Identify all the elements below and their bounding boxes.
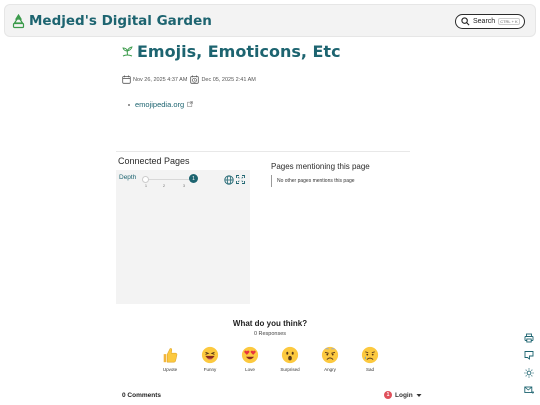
calendar-clock-icon: [190, 75, 200, 84]
reaction-label: Sad: [365, 367, 374, 372]
comments-count: 0 Comments: [122, 392, 162, 399]
list-item: emojipedia.org: [128, 100, 194, 109]
reaction-label: Funny: [203, 367, 217, 372]
chevron-down-icon: [416, 393, 422, 397]
print-icon[interactable]: [524, 333, 534, 343]
reaction-label: Upvote: [162, 367, 178, 372]
depth-tick: 3: [183, 184, 185, 188]
connected-pages-title: Connected Pages: [118, 156, 190, 166]
created-date-text: Nov 26, 2025 4:37 AM: [133, 76, 188, 83]
mail-icon[interactable]: [524, 385, 534, 395]
depth-tick: 2: [163, 184, 165, 188]
search-button[interactable]: Search CTRL + K: [455, 14, 525, 29]
depth-slider-thumb[interactable]: 1: [189, 174, 198, 183]
depth-value: 1: [192, 175, 195, 182]
mentions-title: Pages mentioning this page: [271, 162, 370, 171]
external-link-text[interactable]: emojipedia.org: [135, 100, 184, 109]
page-dates: Nov 26, 2025 4:37 AM Dec 05, 2025 2:41 A…: [122, 75, 256, 84]
surprised-face-icon: [281, 346, 299, 364]
reaction-surprised[interactable]: Surprised: [275, 346, 305, 372]
sprout-icon: [122, 46, 133, 57]
reaction-funny[interactable]: Funny: [195, 346, 225, 372]
reaction-label: Love: [245, 367, 255, 372]
updated-date-text: Dec 05, 2025 2:41 AM: [201, 76, 256, 83]
search-icon: [461, 17, 470, 26]
mentions-list: No other pages mentions this page: [271, 175, 355, 187]
depth-tick: 1: [145, 184, 147, 188]
graph-view[interactable]: Depth 1 1 2 3: [116, 170, 250, 304]
list-bullet: [128, 103, 130, 106]
global-graph-globe-icon[interactable]: [224, 175, 234, 185]
reaction-label: Surprised: [280, 367, 300, 372]
reaction-angry[interactable]: Angry: [315, 346, 345, 372]
garden-logo-icon: [12, 13, 25, 28]
external-link-icon: [187, 101, 194, 107]
feedback-question: What do you think?: [232, 319, 308, 328]
login-button[interactable]: 1 Login: [384, 391, 422, 399]
notification-badge: 1: [384, 391, 392, 399]
laughing-face-icon: [201, 346, 219, 364]
section-divider: [116, 151, 410, 152]
search-label: Search: [473, 18, 496, 25]
external-link[interactable]: emojipedia.org: [135, 100, 194, 109]
reaction-sad[interactable]: Sad: [355, 346, 385, 372]
site-title-link[interactable]: Medjed's Digital Garden: [11, 13, 212, 29]
angry-face-icon: [321, 346, 339, 364]
sad-face-icon: [361, 346, 379, 364]
reader-mode-icon[interactable]: [524, 350, 534, 360]
site-title-text: Medjed's Digital Garden: [29, 13, 212, 29]
page-title: Emojis, Emoticons, Etc: [121, 42, 341, 61]
expand-graph-icon[interactable]: [236, 175, 245, 184]
depth-slider-track[interactable]: [146, 179, 194, 180]
mentions-empty-text: No other pages mentions this page: [277, 178, 355, 184]
reaction-love[interactable]: Love: [235, 346, 265, 372]
calendar-icon: [122, 75, 131, 84]
created-date: Nov 26, 2025 4:37 AM: [122, 75, 187, 84]
site-header: Medjed's Digital Garden Search CTRL + K: [4, 4, 536, 37]
search-shortcut: CTRL + K: [498, 18, 520, 25]
heart-eyes-face-icon: [241, 346, 259, 364]
reaction-label: Angry: [324, 367, 336, 372]
updated-date: Dec 05, 2025 2:41 AM: [190, 75, 256, 84]
login-label: Login: [395, 391, 413, 399]
depth-label: Depth: [119, 174, 137, 181]
sun-icon[interactable]: [524, 368, 534, 378]
page-title-text: Emojis, Emoticons, Etc: [137, 42, 341, 61]
reaction-upvote[interactable]: Upvote: [155, 346, 185, 372]
depth-slider-start: [142, 176, 149, 183]
feedback-responses: 0 Responses: [253, 331, 287, 337]
thumbs-up-icon: [163, 348, 178, 363]
